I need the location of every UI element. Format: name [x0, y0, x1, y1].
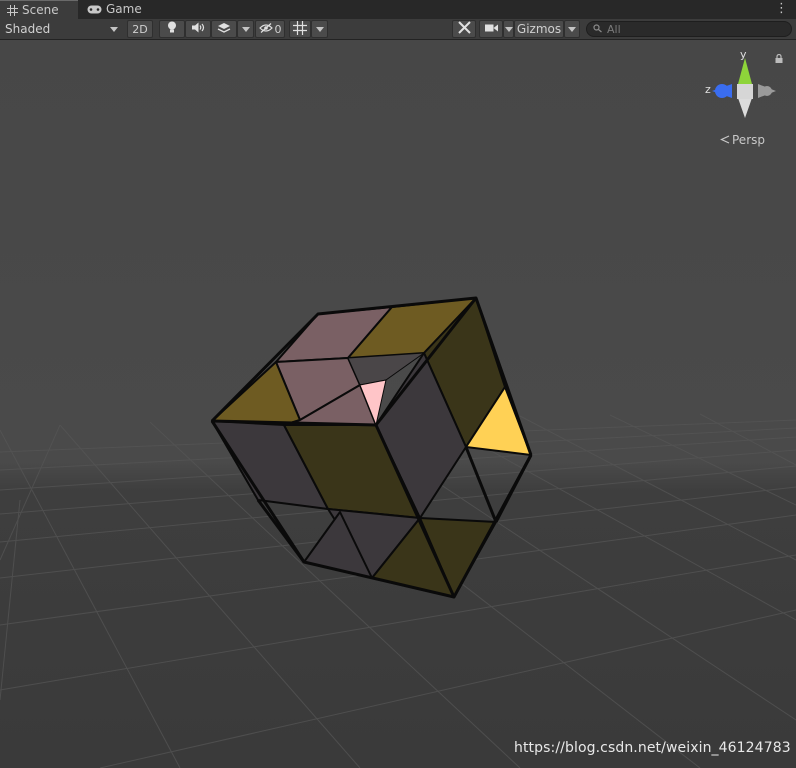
hidden-objects-button[interactable]: 0: [255, 20, 285, 38]
camera-dropdown-button[interactable]: [503, 20, 514, 38]
tab-scene[interactable]: Scene: [0, 0, 78, 19]
tools-button[interactable]: [452, 20, 476, 38]
gizmos-button[interactable]: Gizmos: [514, 20, 564, 38]
hidden-count: 0: [274, 22, 282, 36]
tab-scene-label: Scene: [22, 2, 59, 17]
camera-icon: [484, 22, 498, 36]
chevron-down-icon: [110, 26, 118, 32]
grid-icon: [6, 4, 18, 16]
more-options-icon[interactable]: ⋮: [775, 1, 788, 17]
shading-mode-label: Shaded: [5, 22, 51, 36]
gizmos-dropdown-button[interactable]: [564, 20, 580, 38]
speaker-icon: [191, 22, 205, 36]
chevron-down-icon: [568, 26, 576, 32]
axis-y-label: y: [740, 48, 747, 61]
watermark-text: https://blog.csdn.net/weixin_46124783: [514, 740, 791, 756]
projection-label: Persp: [732, 133, 765, 147]
chevron-down-icon: [241, 26, 250, 32]
chevron-down-icon: [315, 26, 324, 32]
2d-toggle-button[interactable]: 2D: [127, 20, 153, 38]
eye-slash-icon: [258, 22, 273, 36]
camera-button[interactable]: [479, 20, 503, 38]
shading-mode-dropdown[interactable]: Shaded: [0, 20, 122, 38]
search-icon: [593, 23, 603, 36]
layers-icon: [217, 22, 231, 37]
search-placeholder: All: [607, 22, 621, 36]
scene-toolbar: Shaded 2D 0 Gizmos All: [0, 19, 796, 40]
effects-dropdown-button[interactable]: [237, 20, 254, 38]
grid-snap-icon: [293, 20, 307, 38]
2d-label: 2D: [132, 22, 148, 36]
scene-viewport[interactable]: y z: [0, 40, 796, 768]
axis-z-label: z: [705, 83, 711, 96]
lighting-toggle-button[interactable]: [159, 20, 185, 38]
gizmos-label: Gizmos: [516, 22, 562, 36]
projection-toggle[interactable]: Persp: [720, 133, 765, 147]
chevron-left-icon: [720, 133, 730, 147]
lock-icon[interactable]: [775, 52, 783, 66]
search-field[interactable]: All: [586, 21, 792, 37]
lightbulb-icon: [167, 21, 177, 37]
grid-dropdown-button[interactable]: [311, 20, 328, 38]
tools-icon: [457, 21, 471, 37]
gamepad-icon: [86, 4, 102, 16]
chevron-down-icon: [504, 26, 513, 32]
effects-toggle-button[interactable]: [211, 20, 237, 38]
tab-game[interactable]: Game: [80, 0, 150, 19]
tab-game-label: Game: [106, 2, 142, 16]
scene-render: [0, 40, 796, 768]
tab-bar: Scene Game ⋮: [0, 0, 796, 19]
audio-toggle-button[interactable]: [185, 20, 211, 38]
grid-toggle-button[interactable]: [289, 20, 311, 38]
